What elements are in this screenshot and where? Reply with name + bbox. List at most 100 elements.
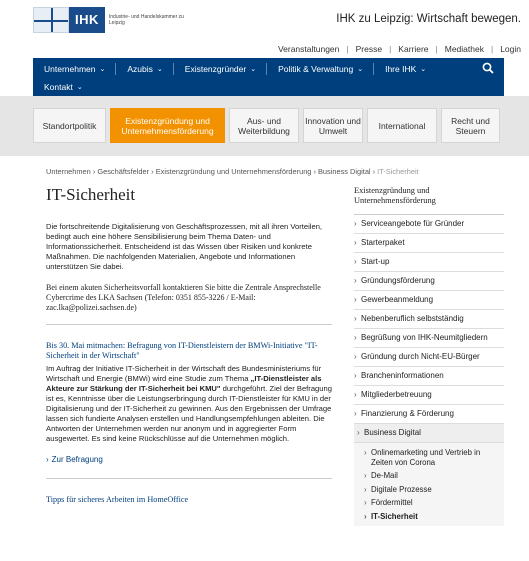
sidebar-subitem[interactable]: › Fördermittel <box>354 496 504 510</box>
tab-recht-steuern[interactable]: Recht und Steuern <box>441 108 500 143</box>
util-link-veranstaltungen[interactable]: Veranstaltungen <box>271 44 346 54</box>
tab-aus-weiterbildung[interactable]: Aus- und Weiterbildung <box>229 108 299 143</box>
sidebar-item[interactable]: › Nebenberuflich selbstständig <box>354 310 504 329</box>
sidebar-item[interactable]: › Finanzierung & Förderung <box>354 405 504 424</box>
logo-text: IHK <box>69 7 105 33</box>
sidebar-item[interactable]: › Brancheninformationen <box>354 367 504 386</box>
nav-existenzgruender[interactable]: Existenzgründer ⌄ <box>174 64 266 74</box>
contact-paragraph: Bei einem akuten Sicherheitsvorfall kont… <box>46 283 321 312</box>
nav-kontakt[interactable]: Kontakt ⌄ <box>33 82 93 92</box>
sidebar-subitem-label: De-Mail <box>371 471 398 480</box>
sidebar-subitem-label: Fördermittel <box>371 498 413 507</box>
sidebar-subitem[interactable]: › Digitale Prozesse <box>354 483 504 497</box>
nav-unternehmen[interactable]: Unternehmen ⌄ <box>33 64 115 74</box>
chevron-right-icon: › <box>354 276 357 285</box>
nav-label: Azubis <box>127 63 153 74</box>
survey-link[interactable]: › Zur Befragung <box>46 455 332 464</box>
chevron-right-icon: › <box>364 448 367 457</box>
nav-ihre-ihk[interactable]: Ihre IHK ⌄ <box>374 64 436 74</box>
util-link-presse[interactable]: Presse <box>349 44 389 54</box>
tab-international[interactable]: International <box>367 108 437 143</box>
article-heading[interactable]: Bis 30. Mai mitmachen: Befragung von IT-… <box>46 341 332 361</box>
sidebar-item[interactable]: › Mitgliederbetreuung <box>354 386 504 405</box>
tab-existenzgruendung[interactable]: Existenzgründung und Unternehmensförderu… <box>110 108 225 143</box>
tab-innovation-umwelt[interactable]: Innovation und Umwelt <box>303 108 363 143</box>
sidebar-item[interactable]: › Starterpaket <box>354 234 504 253</box>
sidebar-item[interactable]: › Gründungsförderung <box>354 272 504 291</box>
chevron-right-icon: › <box>354 371 357 380</box>
nav-label: Kontakt <box>44 81 73 92</box>
chevron-down-icon: ⌄ <box>99 65 106 73</box>
breadcrumb-link[interactable]: Business Digital <box>318 167 371 176</box>
chevron-right-icon: › <box>364 498 367 507</box>
sidebar-item-label: Business Digital <box>364 428 421 437</box>
sidebar: Existenzgründung und Unternehmensförderu… <box>354 186 504 526</box>
sidebar-item-label: Gewerbeanmeldung <box>361 295 434 304</box>
breadcrumb-separator: › <box>311 167 318 176</box>
sidebar-subitem-label: Digitale Prozesse <box>371 484 432 494</box>
article-heading[interactable]: Tipps für sicheres Arbeiten im HomeOffic… <box>46 495 332 505</box>
breadcrumb-link[interactable]: Unternehmen <box>46 167 91 176</box>
sidebar-item-business-digital[interactable]: › Business Digital <box>354 424 504 443</box>
nav-label: Existenzgründer <box>184 63 247 74</box>
sidebar-item-label: Gründungsförderung <box>361 276 435 285</box>
sidebar-subitem-it-sicherheit[interactable]: › IT-Sicherheit <box>354 510 504 524</box>
chevron-right-icon: › <box>46 455 49 464</box>
util-link-login[interactable]: Login <box>493 44 521 54</box>
sidebar-item-label: Begrüßung von IHK-Neumitgliedern <box>361 333 488 342</box>
nav-azubis[interactable]: Azubis ⌄ <box>116 64 172 74</box>
sidebar-subnav: › Onlinemarketing und Vertrieb in Zeiten … <box>354 443 504 526</box>
sidebar-item[interactable]: › Gründung durch Nicht-EU-Bürger <box>354 348 504 367</box>
site-tagline: IHK zu Leipzig: Wirtschaft bewegen. <box>336 13 521 25</box>
chevron-down-icon: ⌄ <box>156 65 163 73</box>
site-header: IHK Industrie- und Handelskammer zu Leip… <box>0 0 529 40</box>
section-tabs: Standortpolitik Existenzgründung und Unt… <box>33 108 500 143</box>
chevron-right-icon: › <box>354 314 357 323</box>
breadcrumb-link[interactable]: Existenzgründung und Unternehmensförderu… <box>156 167 312 176</box>
divider <box>46 478 332 479</box>
tab-standortpolitik[interactable]: Standortpolitik <box>33 108 106 143</box>
chevron-down-icon: ⌄ <box>420 65 427 73</box>
chevron-right-icon: › <box>364 471 367 480</box>
sidebar-item-label: Gründung durch Nicht-EU-Bürger <box>361 352 480 361</box>
sidebar-item[interactable]: › Gewerbeanmeldung <box>354 291 504 310</box>
util-link-mediathek[interactable]: Mediathek <box>438 44 491 54</box>
chevron-right-icon: › <box>354 352 357 361</box>
sidebar-item-label: Brancheninformationen <box>361 371 444 380</box>
main-content: Die fortschreitende Digitalisierung von … <box>46 222 332 508</box>
chevron-right-icon: › <box>354 333 357 342</box>
sidebar-item[interactable]: › Serviceangebote für Gründer <box>354 215 504 234</box>
main-nav: Unternehmen ⌄ Azubis ⌄ Existenzgründer ⌄ Po… <box>33 58 504 96</box>
nav-politik-verwaltung[interactable]: Politik & Verwaltung ⌄ <box>267 64 373 74</box>
logo-emblem-icon <box>33 7 69 33</box>
chevron-right-icon: › <box>364 511 367 521</box>
sidebar-item-label: Nebenberuflich selbstständig <box>361 314 464 323</box>
sidebar-subitem[interactable]: › Onlinemarketing und Vertrieb in Zeiten … <box>354 446 504 469</box>
search-button[interactable] <box>482 62 496 76</box>
sidebar-item-label: Finanzierung & Förderung <box>361 409 454 418</box>
article-body: Im Auftrag der Initiative IT-Sicherheit … <box>46 364 332 444</box>
breadcrumb-link[interactable]: Geschäftsfelder <box>97 167 149 176</box>
sidebar-subitem[interactable]: › De-Mail <box>354 469 504 483</box>
sidebar-subitem-label: IT-Sicherheit <box>371 511 418 521</box>
breadcrumb-separator: › <box>149 167 156 176</box>
sidebar-item-label: Serviceangebote für Gründer <box>361 219 465 228</box>
sidebar-item-label: Start-up <box>361 257 390 266</box>
sidebar-item-label: Mitgliederbetreuung <box>361 390 432 399</box>
nav-label: Ihre IHK <box>385 63 417 74</box>
nav-label: Unternehmen <box>44 63 96 74</box>
sidebar-item[interactable]: › Begrüßung von IHK-Neumitgliedern <box>354 329 504 348</box>
ihk-logo[interactable]: IHK Industrie- und Handelskammer zu Leip… <box>33 7 185 33</box>
chevron-right-icon: › <box>354 295 357 304</box>
sidebar-subitem-label: Onlinemarketing und Vertrieb in Zeiten v… <box>371 448 481 467</box>
chevron-right-icon: › <box>354 238 357 247</box>
survey-link-label: Zur Befragung <box>51 455 103 464</box>
breadcrumb-current: IT-Sicherheit <box>377 167 419 176</box>
divider <box>46 324 332 325</box>
logo-subtitle: Industrie- und Handelskammer zu Leipzig <box>108 14 184 26</box>
sidebar-item[interactable]: › Start-up <box>354 253 504 272</box>
chevron-right-icon: › <box>364 484 367 494</box>
search-icon <box>482 62 494 74</box>
chevron-right-icon: › <box>354 219 357 228</box>
util-link-karriere[interactable]: Karriere <box>391 44 435 54</box>
